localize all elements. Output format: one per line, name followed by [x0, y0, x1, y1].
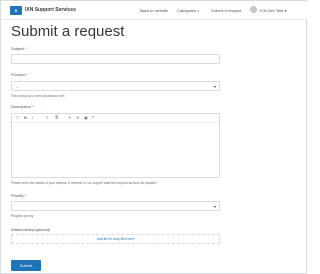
- subject-label-text: Subject: [11, 46, 25, 51]
- product-select[interactable]: -- ▾: [11, 81, 220, 91]
- priority-select[interactable]: ▾: [11, 201, 220, 211]
- subject-label: Subject *: [11, 46, 27, 51]
- chevron-down-icon: ▾: [284, 8, 287, 13]
- user-name: IXN Dev Test: [260, 8, 284, 13]
- top-header: S IXN Support Services Back to website C…: [2, 2, 307, 20]
- add-file-link[interactable]: Add file or drop files here: [12, 237, 219, 241]
- chevron-down-icon: ▾: [213, 204, 216, 209]
- brand-logo[interactable]: S: [10, 6, 22, 15]
- nav-categories[interactable]: Categories▾: [177, 8, 199, 13]
- brand-name[interactable]: IXN Support Services: [25, 7, 76, 13]
- quote-icon[interactable]: ❝: [92, 116, 94, 120]
- description-label: Description *: [11, 104, 34, 109]
- chevron-down-icon: ▾: [197, 9, 199, 13]
- nav-categories-label: Categories: [177, 8, 197, 13]
- code-icon[interactable]: ⊘: [76, 116, 79, 120]
- page-title: Submit a request: [11, 23, 125, 40]
- required-mark: *: [24, 193, 27, 198]
- priority-label: Priority *: [11, 193, 26, 198]
- priority-label-text: Priority: [11, 193, 24, 198]
- image-icon[interactable]: ▣: [84, 116, 88, 120]
- chevron-down-icon: ▾: [213, 84, 216, 89]
- subject-input[interactable]: [11, 54, 220, 64]
- user-menu[interactable]: IXN Dev Test ▾: [260, 8, 286, 13]
- link-icon[interactable]: ⚭: [68, 116, 71, 120]
- product-label: Product *: [11, 72, 27, 77]
- italic-icon[interactable]: I: [32, 116, 33, 120]
- submit-button[interactable]: Submit: [11, 260, 41, 271]
- required-mark: *: [25, 46, 28, 51]
- nav-back-to-website[interactable]: Back to website: [140, 8, 168, 13]
- description-label-text: Description: [11, 104, 32, 109]
- nav-submit-request[interactable]: Submit a request: [211, 8, 241, 13]
- numbered-list-icon[interactable]: ≣: [55, 116, 58, 120]
- required-mark: *: [25, 72, 28, 77]
- bold-icon[interactable]: B: [24, 116, 27, 120]
- avatar[interactable]: [250, 6, 257, 13]
- bulleted-list-icon[interactable]: ≡: [46, 116, 48, 120]
- product-select-value: --: [16, 84, 19, 89]
- priority-hint: Request priority: [11, 214, 34, 218]
- attachments-label: Attachments(optional): [11, 227, 50, 232]
- product-label-text: Product: [11, 72, 25, 77]
- product-hint: The product you need assistance with: [11, 94, 65, 98]
- editor-toolbar: T B I ≡ ≣ ⚭ ⊘ ▣ ❝: [12, 114, 219, 123]
- text-format-icon[interactable]: T: [16, 116, 18, 120]
- attachments-dropzone[interactable]: Add file or drop files here: [11, 234, 220, 244]
- description-hint: Please enter the details of your request…: [11, 181, 158, 185]
- page-frame: S IXN Support Services Back to website C…: [0, 0, 307, 274]
- description-editor[interactable]: T B I ≡ ≣ ⚭ ⊘ ▣ ❝: [11, 113, 220, 178]
- required-mark: *: [32, 104, 34, 109]
